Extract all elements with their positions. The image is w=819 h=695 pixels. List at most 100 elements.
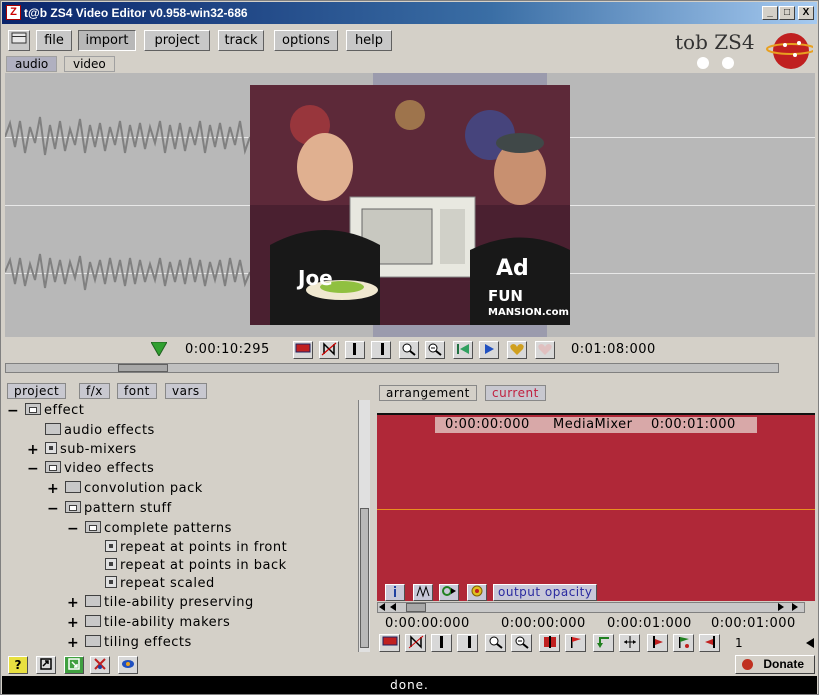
zoom-in-icon[interactable] [399,341,419,359]
flag-icon[interactable] [565,634,586,652]
media-clip[interactable]: 0:00:00:000 MediaMixer 0:00:01:000 [435,417,757,433]
move-center-icon[interactable] [619,634,640,652]
tree-node[interactable]: repeat at points in back [87,557,287,575]
tree-label: repeat scaled [120,576,215,591]
collapse-icon[interactable]: − [7,402,19,420]
return-arrow-icon[interactable] [593,634,614,652]
timeline-scroll-thumb[interactable] [118,364,168,372]
tab-arrangement[interactable]: arrangement [379,385,477,401]
expand-icon[interactable]: + [67,634,79,650]
maximize-button[interactable]: □ [779,6,795,20]
tree-label: tiling effects [104,635,192,650]
timeline-scrollbar[interactable] [5,363,779,373]
minimize-button[interactable]: _ [762,6,778,20]
collapse-icon[interactable]: − [67,520,79,538]
expand-icon[interactable]: + [27,441,39,459]
tree-node[interactable]: repeat scaled [87,575,215,593]
split-icon[interactable] [539,634,560,652]
arrangement-track[interactable]: 0:00:00:000 MediaMixer 0:00:01:000 outpu… [377,413,815,601]
menu-track[interactable]: track [218,30,264,51]
skip-to-start-icon[interactable] [453,341,473,359]
folder-icon [85,595,101,607]
favorite-heart-icon[interactable] [507,341,527,359]
menu-import[interactable]: import [78,30,136,51]
folder-icon [45,423,61,435]
zoom-out-icon[interactable] [511,634,532,652]
tree-node[interactable]: repeat at points in front [87,539,287,557]
output-opacity-button[interactable]: output opacity [493,584,597,601]
tree-node[interactable]: − pattern stuff [47,500,172,518]
time-readout: 0:00:01:000 [607,616,692,631]
tree-label: convolution pack [84,481,203,496]
envelope-icon[interactable] [413,584,433,601]
donate-label: Donate [763,657,804,671]
tree-label: repeat at points in back [120,558,287,573]
tab-vars[interactable]: vars [165,383,207,399]
play-icon[interactable] [479,341,499,359]
mark-in-button[interactable] [345,341,365,359]
waveform-bottom [5,238,250,306]
close-button[interactable]: X [798,6,814,20]
target-icon[interactable] [467,584,487,601]
tab-fx[interactable]: f/x [79,383,110,399]
folder-icon [85,615,101,627]
cut-n-button[interactable] [319,341,339,359]
tree-scroll-thumb[interactable] [360,508,369,648]
tab-video[interactable]: video [64,56,115,72]
zoom-in-icon[interactable] [485,634,506,652]
donate-button[interactable]: Donate [735,655,815,674]
menu-file[interactable]: file [36,30,72,51]
help-question-icon[interactable]: ? [8,656,28,674]
zoom-out-icon[interactable] [425,341,445,359]
tree-label: pattern stuff [84,501,172,516]
expand-icon[interactable]: + [67,614,79,632]
record-track-button[interactable] [379,634,400,652]
mark-in-button[interactable] [431,634,452,652]
tab-project[interactable]: project [7,383,66,399]
tree-node[interactable]: + convolution pack [47,480,203,498]
flag-green-icon[interactable] [673,634,694,652]
tree-node[interactable]: −effect [7,402,84,420]
tree-node[interactable]: + tiling effects [67,634,192,650]
expand-icon[interactable]: + [47,480,59,498]
menu-toggle-icon[interactable] [8,30,30,51]
export-icon[interactable] [64,656,84,674]
disabled-heart-icon [535,341,555,359]
menu-project[interactable]: project [144,30,210,51]
effect-icon [45,442,57,454]
tree-node[interactable]: +tile-ability preserving [67,594,254,612]
tree-node[interactable]: audio effects [27,422,155,440]
tree-scrollbar[interactable] [358,400,370,652]
arrangement-scrollbar[interactable] [377,602,805,613]
render-icon[interactable] [118,656,138,674]
record-track-button[interactable] [293,341,313,359]
mark-out-button[interactable] [371,341,391,359]
scroll-left-arrow-icon[interactable] [805,637,815,649]
tree-node[interactable]: −video effects [27,460,154,478]
playhead-marker-icon[interactable] [151,342,167,356]
collapse-icon[interactable]: − [47,500,59,518]
cut-n-button[interactable] [405,634,426,652]
opacity-curve[interactable] [377,509,815,510]
link-arrow-icon[interactable] [439,584,459,601]
status-bar: done. [2,676,817,694]
tree-node[interactable]: +sub-mixers [27,441,137,459]
window-title: t@b ZS4 Video Editor v0.958-win32-686 [24,6,248,20]
tree-node[interactable]: +tile-ability makers [67,614,230,632]
mark-out-button[interactable] [457,634,478,652]
tab-font[interactable]: font [117,383,157,399]
expand-icon[interactable]: + [67,594,79,612]
tab-audio[interactable]: audio [6,56,57,72]
menu-options[interactable]: options [274,30,338,51]
trim-left-icon[interactable] [647,634,668,652]
collapse-icon[interactable]: − [27,460,39,478]
tree-node[interactable]: −complete patterns [67,520,232,538]
menu-help[interactable]: help [346,30,392,51]
tab-current[interactable]: current [485,385,546,401]
info-icon[interactable] [385,584,405,601]
cancel-tool-icon[interactable] [90,656,110,674]
arrangement-scroll-thumb[interactable] [406,603,426,612]
import-icon[interactable] [36,656,56,674]
effect-icon [105,540,117,552]
trim-right-icon[interactable] [699,634,720,652]
